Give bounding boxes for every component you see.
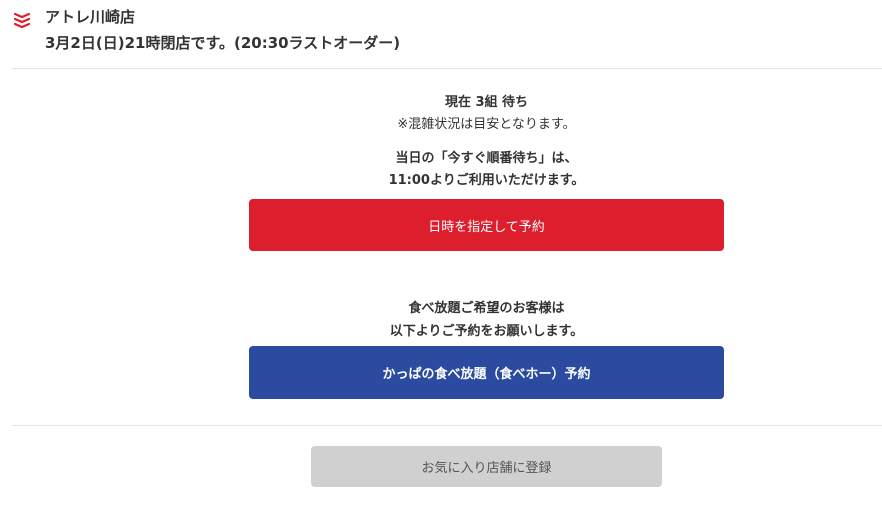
- add-favorite-store-button[interactable]: お気に入り店舗に登録: [311, 446, 662, 487]
- closing-notice: 3月2日(日)21時閉店です。(20:30ラストオーダー): [45, 34, 401, 52]
- buffet-notice-line1: 食べ放題ご希望のお客様は: [408, 301, 565, 316]
- buffet-notice-line2: 以下よりご予約をお願いします。: [389, 324, 584, 339]
- kappa-logo-icon: [12, 10, 32, 30]
- divider-top: [12, 68, 882, 69]
- same-day-notice-line2: 11:00よりご利用いただけます。: [388, 173, 585, 188]
- store-name: アトレ川崎店: [45, 8, 136, 26]
- divider-bottom: [12, 425, 882, 426]
- reserve-datetime-button[interactable]: 日時を指定して予約: [249, 199, 724, 251]
- buffet-reserve-button[interactable]: かっぱの食べ放題（食べホー）予約: [249, 346, 724, 399]
- congestion-note: ※混雑状況は目安となります。: [397, 117, 576, 132]
- same-day-notice-line1: 当日の「今すぐ順番待ち」は、: [395, 151, 578, 166]
- store-header: アトレ川崎店 3月2日(日)21時閉店です。(20:30ラストオーダー): [0, 0, 882, 68]
- wait-count: 現在 3組 待ち: [444, 95, 529, 110]
